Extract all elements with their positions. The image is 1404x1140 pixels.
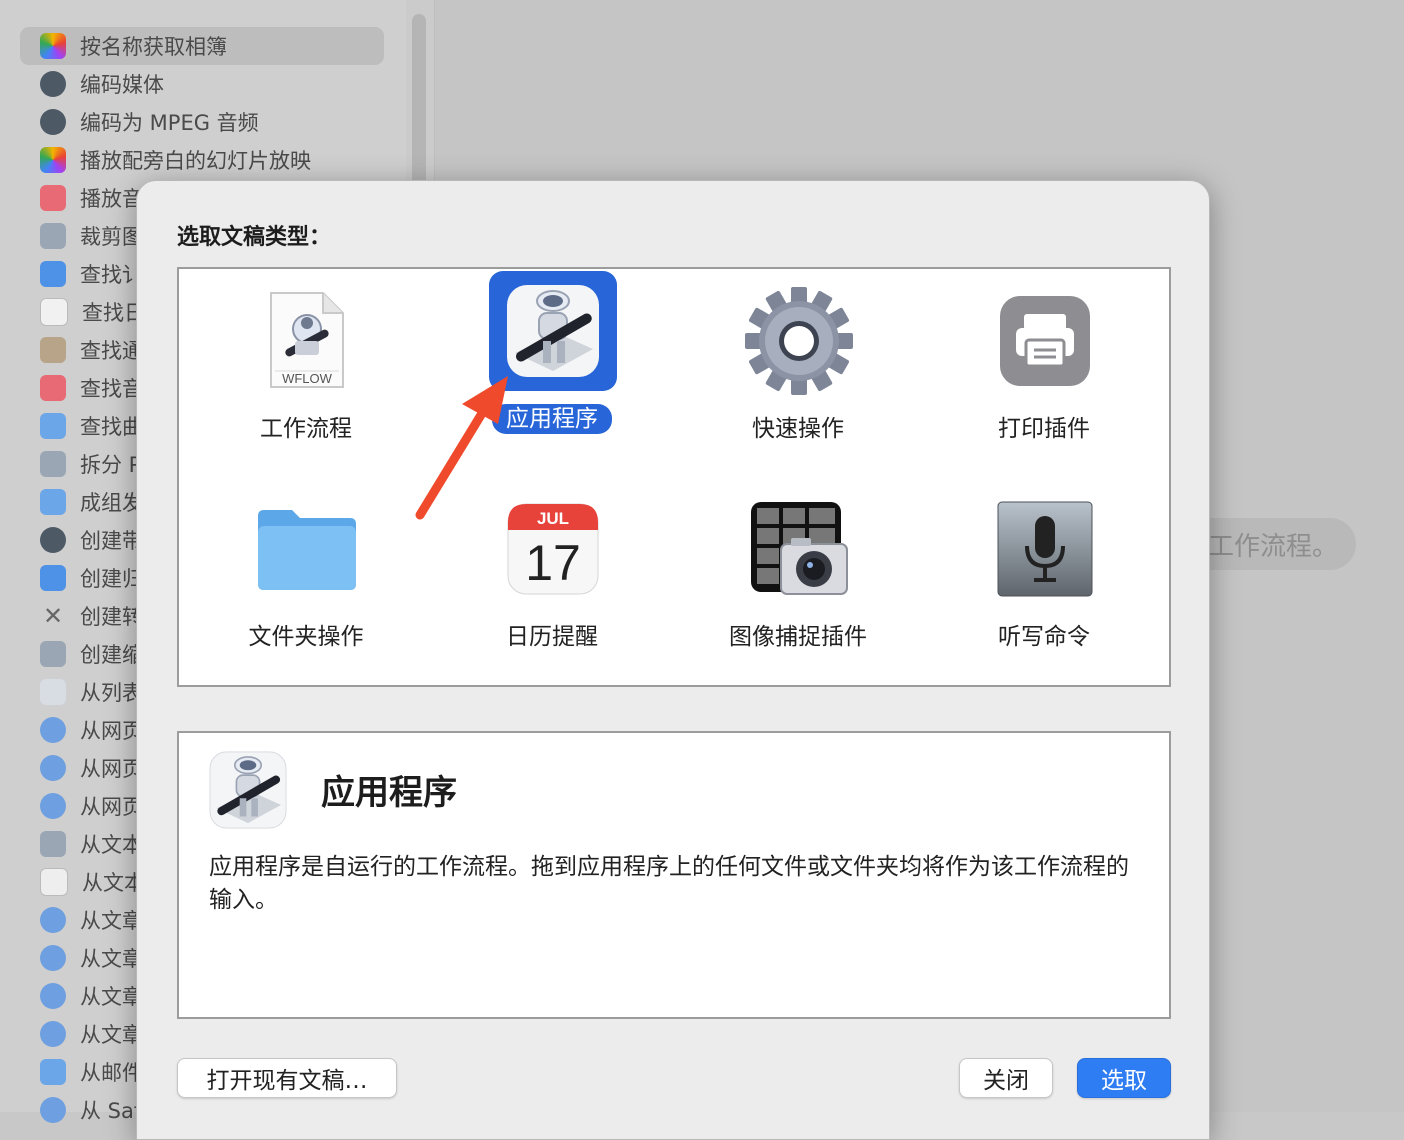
music-icon	[40, 375, 66, 401]
action-list-item-label: 查找曲	[80, 415, 143, 439]
finder-icon	[40, 261, 66, 287]
type-dictation-command[interactable]: 听写命令	[921, 487, 1167, 687]
safari-icon	[40, 755, 66, 781]
textedit-icon	[40, 868, 68, 896]
action-list-item-label: 拆分 P	[80, 453, 142, 477]
mail-icon	[40, 1059, 66, 1085]
action-list-item-label: 成组发	[80, 491, 143, 515]
action-list-item-label: 按名称获取相簿	[80, 35, 227, 59]
calendar-day: 17	[525, 535, 581, 591]
action-list-item-label: 从邮件	[80, 1061, 143, 1085]
action-list-item-label: 从文章	[80, 1023, 143, 1047]
preview-icon	[40, 223, 66, 249]
action-list-item-label: 创建带	[80, 529, 143, 553]
action-list-item[interactable]: 按名称获取相簿	[20, 27, 384, 65]
mail-icon	[40, 413, 66, 439]
type-label: 日历提醒	[506, 624, 598, 650]
quicktime-icon	[40, 109, 66, 135]
description-title: 应用程序	[321, 773, 457, 813]
close-button[interactable]: 关闭	[959, 1058, 1053, 1098]
action-list-item-label: 从文本	[80, 833, 143, 857]
type-label: 快速操作	[752, 416, 844, 442]
safari-icon	[40, 983, 66, 1009]
action-list-item[interactable]: 编码媒体	[20, 65, 384, 103]
action-list-item-label: 创建归	[80, 567, 143, 591]
action-list-item-label: 从文章	[80, 909, 143, 933]
safari-icon	[40, 717, 66, 743]
type-image-capture[interactable]: 图像捕捉插件	[675, 487, 921, 687]
action-list-item[interactable]: 编码为 MPEG 音频	[20, 103, 384, 141]
type-label: 图像捕捉插件	[729, 624, 867, 650]
action-list-item-label: 播放音	[80, 187, 143, 211]
workflow-file-icon: WFLOW	[243, 281, 371, 401]
photos-icon	[40, 147, 66, 173]
action-list-item-label: 从文章	[80, 985, 143, 1009]
type-label: 工作流程	[260, 416, 352, 442]
automator-icon	[40, 679, 66, 705]
choose-button[interactable]: 选取	[1077, 1058, 1171, 1098]
description-text: 应用程序是自运行的工作流程。拖到应用程序上的任何文件或文件夹均将作为该工作流程的…	[209, 854, 1129, 913]
microphone-icon	[981, 489, 1109, 609]
image-capture-icon	[735, 489, 863, 609]
preview-icon	[40, 641, 66, 667]
quicktime-icon	[40, 527, 66, 553]
action-list-item-label: 从网页	[80, 719, 143, 743]
type-workflow[interactable]: WFLOW 工作流程	[183, 279, 429, 479]
gear-icon	[735, 281, 863, 401]
action-list-item-label: 从网页	[80, 757, 143, 781]
printer-icon	[981, 281, 1109, 401]
document-type-sheet: 选取文稿类型： WFLOW 工作流程 应用程序 快速操作 打印插件 文件夹操作 …	[136, 180, 1210, 1140]
action-list-item-label: 从文章	[80, 947, 143, 971]
finder-icon	[40, 565, 66, 591]
type-label: 文件夹操作	[248, 624, 364, 650]
action-list-item-label: 编码为 MPEG 音频	[80, 111, 259, 135]
action-list-item[interactable]: 播放配旁白的幻灯片放映	[20, 141, 384, 179]
type-label: 打印插件	[998, 416, 1090, 442]
document-type-grid: WFLOW 工作流程 应用程序 快速操作 打印插件 文件夹操作 JUL 17 日…	[177, 267, 1171, 687]
action-list-item-label: 从列表	[80, 681, 143, 705]
safari-icon	[40, 945, 66, 971]
preview-icon	[40, 451, 66, 477]
type-folder-action[interactable]: 文件夹操作	[183, 487, 429, 687]
action-list-item-label: 从 Saf	[80, 1099, 142, 1123]
safari-icon	[40, 907, 66, 933]
action-list-item-label: 创建转	[80, 605, 143, 629]
type-print-plugin[interactable]: 打印插件	[921, 279, 1167, 479]
action-list-item-label: 裁剪图	[80, 225, 143, 249]
photos-icon	[40, 33, 66, 59]
safari-icon	[40, 793, 66, 819]
contacts-icon	[40, 337, 66, 363]
mail-icon	[40, 489, 66, 515]
action-list-item-label: 创建缩	[80, 643, 143, 667]
calendar-icon	[40, 298, 68, 326]
sheet-title: 选取文稿类型：	[177, 225, 332, 250]
safari-icon	[40, 1097, 66, 1123]
action-list-item-label: 编码媒体	[80, 73, 164, 97]
calendar-month: JUL	[537, 509, 569, 528]
type-label: 听写命令	[998, 624, 1090, 650]
action-list-item-label: 查找讠	[80, 263, 143, 287]
tools-icon: ✕	[42, 602, 64, 630]
annotation-arrow-icon	[415, 376, 508, 520]
type-quick-action[interactable]: 快速操作	[675, 279, 921, 479]
open-existing-button[interactable]: 打开现有文稿…	[177, 1058, 397, 1098]
description-panel: 应用程序 应用程序是自运行的工作流程。拖到应用程序上的任何文件或文件夹均将作为该…	[177, 731, 1171, 1019]
preview-icon	[40, 831, 66, 857]
folder-icon	[243, 489, 371, 609]
safari-icon	[40, 1021, 66, 1047]
quicktime-icon	[40, 71, 66, 97]
action-list-item-label: 查找通	[80, 339, 143, 363]
music-icon	[40, 185, 66, 211]
automator-robot-icon	[209, 751, 287, 829]
wflow-badge: WFLOW	[282, 371, 333, 386]
action-list-item-label: 播放配旁白的幻灯片放映	[80, 149, 311, 173]
action-list-item-label: 查找音	[80, 377, 143, 401]
action-list-item-label: 从网页	[80, 795, 143, 819]
